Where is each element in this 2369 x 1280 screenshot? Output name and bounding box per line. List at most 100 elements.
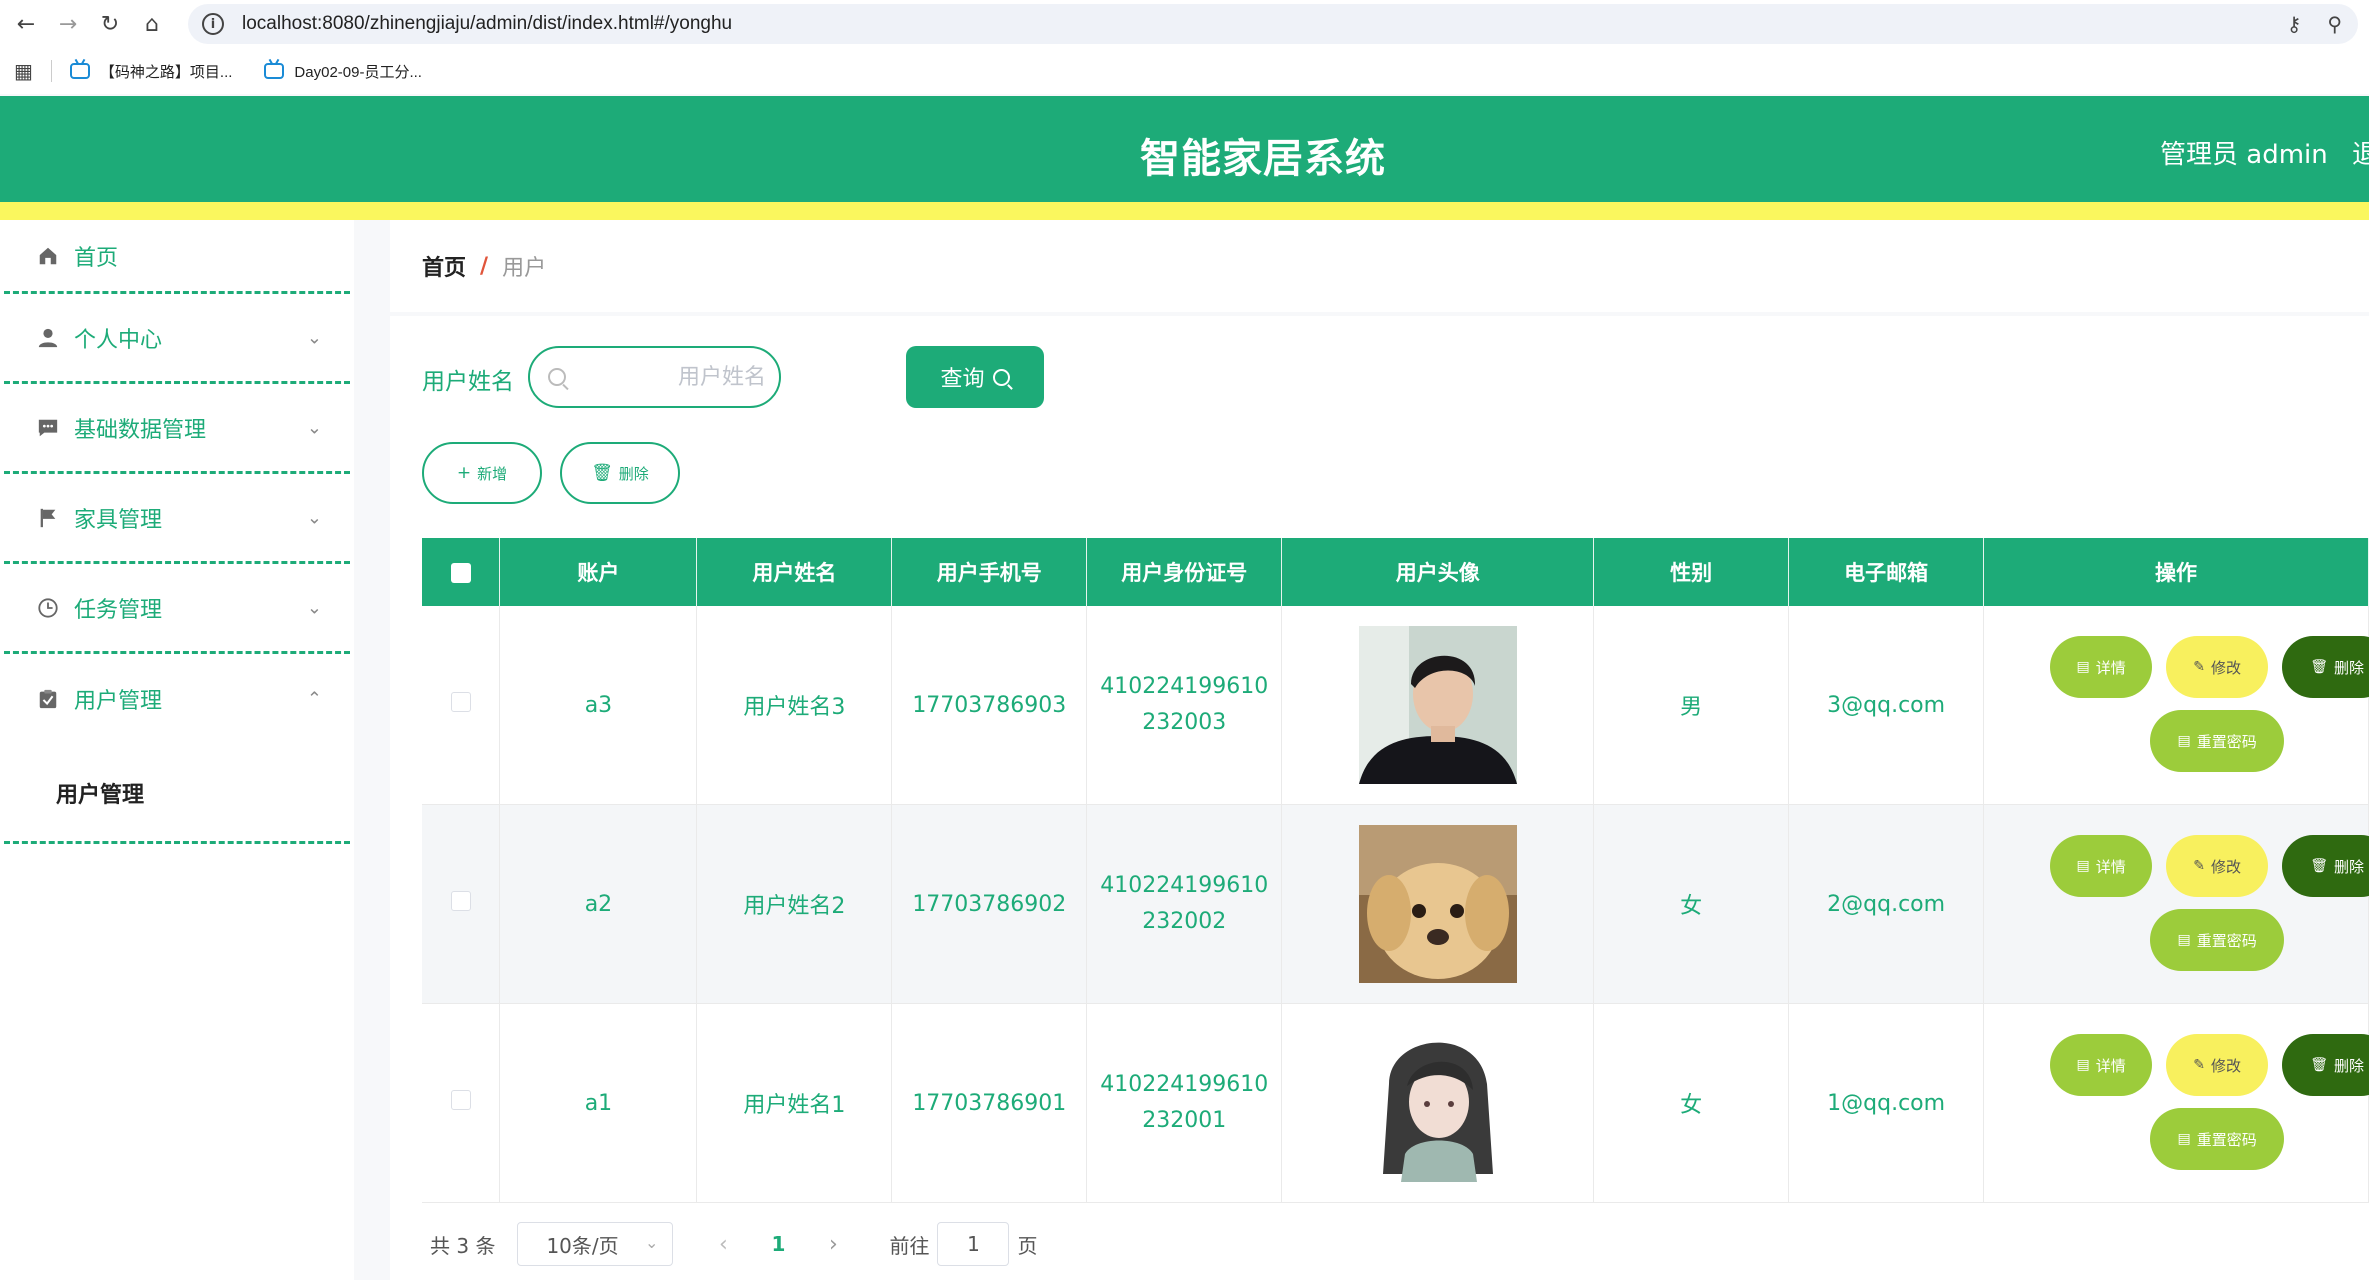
page-number-current[interactable]: 1 [763, 1232, 793, 1256]
account-cell: a1 [499, 1003, 698, 1203]
name-cell: 用户姓名3 [696, 606, 893, 805]
detail-label: 详情 [2095, 1056, 2126, 1075]
avatar-image[interactable] [1358, 825, 1517, 983]
reload-icon[interactable]: ↻ [94, 8, 126, 40]
breadcrumb-home[interactable]: 首页 [422, 250, 466, 282]
plus-icon: + [456, 463, 472, 483]
sidebar-item-label: 任务管理 [74, 597, 163, 623]
zoom-icon[interactable]: ⚲ [2327, 12, 2342, 36]
row-select-cell[interactable] [422, 804, 501, 1004]
sidebar-item-tasks[interactable]: 任务管理 ⌄ [4, 564, 350, 654]
key-icon[interactable]: ⚷ [2287, 12, 2302, 36]
sidebar-subitem-user-management[interactable]: 用户管理 [4, 744, 350, 844]
goto-label: 前往 [889, 1233, 930, 1258]
document-icon: ▤ [2076, 659, 2090, 675]
goto-page-input[interactable] [937, 1222, 1010, 1266]
bookmark-item[interactable]: Day02-09-员工分... [264, 61, 422, 82]
forward-icon[interactable]: → [52, 8, 84, 40]
delete-button[interactable]: 🗑 删除 [2282, 835, 2369, 897]
detail-button[interactable]: ▤ 详情 [2050, 835, 2153, 897]
avatar-image[interactable] [1358, 1024, 1517, 1182]
add-button[interactable]: + 新增 [422, 442, 542, 504]
edit-button[interactable]: ✎ 修改 [2166, 1034, 2269, 1096]
table-row: a3 用户姓名3 17703786903 410224199610 232003 [422, 606, 2369, 805]
row-select-cell[interactable] [422, 606, 501, 805]
name-cell: 用户姓名2 [696, 804, 893, 1004]
home-icon[interactable]: ⌂ [136, 8, 168, 40]
edit-label: 修改 [2210, 658, 2241, 677]
document-icon: ▤ [2177, 733, 2191, 749]
page-size-select[interactable]: 10条/页 ⌄ [517, 1222, 674, 1266]
sidebar-item-furniture[interactable]: 家具管理 ⌄ [4, 474, 350, 564]
page-size-value: 10条/页 [546, 1233, 619, 1258]
delete-button[interactable]: 🗑 删除 [2282, 636, 2369, 698]
logout-link[interactable]: 退 [2352, 134, 2369, 171]
search-input[interactable] [586, 364, 766, 390]
reset-password-button[interactable]: ▤ 重置密码 [2150, 1108, 2285, 1170]
idcard-line: 232003 [1142, 710, 1227, 735]
next-page-button[interactable]: › [813, 1232, 853, 1257]
address-bar[interactable]: i localhost:8080/zhinengjiaju/admin/dist… [188, 4, 2358, 44]
page-suffix-label: 页 [1017, 1233, 1038, 1258]
row-checkbox[interactable] [450, 891, 471, 911]
checklist-icon [36, 687, 60, 711]
bookmark-label: 【码神之路】项目... [99, 63, 233, 81]
edit-button[interactable]: ✎ 修改 [2166, 636, 2269, 698]
phone-cell: 17703786902 [891, 804, 1088, 1004]
column-header: 用户姓名 [696, 538, 893, 606]
chevron-down-icon: ⌄ [306, 327, 322, 348]
detail-button[interactable]: ▤ 详情 [2050, 1034, 2153, 1096]
idcard-cell: 410224199610 232001 [1086, 1003, 1283, 1203]
table-row: a1 用户姓名1 17703786901 410224199610 232001 [422, 1003, 2369, 1203]
idcard-line: 410224199610 [1100, 674, 1269, 699]
query-button[interactable]: 查询 [906, 346, 1044, 408]
browser-toolbar: ← → ↻ ⌂ i localhost:8080/zhinengjiaju/ad… [0, 0, 2369, 48]
gender-cell: 女 [1593, 804, 1790, 1004]
detail-label: 详情 [2095, 857, 2126, 876]
chevron-down-icon: ⌄ [306, 507, 322, 528]
search-icon [992, 368, 1010, 386]
prev-page-button[interactable]: ‹ [703, 1232, 743, 1257]
batch-delete-button[interactable]: 🗑 删除 [560, 442, 680, 504]
reset-label: 重置密码 [2196, 931, 2257, 950]
reset-password-button[interactable]: ▤ 重置密码 [2150, 909, 2285, 971]
sidebar-item-personal-center[interactable]: 个人中心 ⌄ [4, 294, 350, 384]
apps-grid-icon[interactable]: ▦ [14, 59, 33, 83]
account-cell: a3 [499, 606, 698, 805]
user-table: 账户 用户姓名 用户手机号 用户身份证号 用户头像 性别 电子邮箱 操作 a3 … [422, 538, 2369, 1203]
delete-button[interactable]: 🗑 删除 [2282, 1034, 2369, 1096]
pencil-icon: ✎ [2193, 858, 2205, 874]
sidebar-subitem-label: 用户管理 [56, 782, 145, 808]
edit-button[interactable]: ✎ 修改 [2166, 835, 2269, 897]
url-text[interactable]: localhost:8080/zhinengjiaju/admin/dist/i… [242, 13, 732, 35]
detail-button[interactable]: ▤ 详情 [2050, 636, 2153, 698]
select-all-checkbox[interactable] [450, 563, 471, 583]
avatar-image[interactable] [1358, 626, 1517, 784]
back-icon[interactable]: ← [10, 8, 42, 40]
delete-label: 删除 [2333, 1056, 2364, 1075]
sidebar-item-home[interactable]: 首页 [4, 220, 350, 294]
row-checkbox[interactable] [450, 692, 471, 712]
bookmark-item[interactable]: 【码神之路】项目... [69, 61, 233, 82]
email-cell: 3@qq.com [1788, 606, 1985, 805]
phone-cell: 17703786901 [891, 1003, 1088, 1203]
avatar-cell [1281, 606, 1595, 805]
chevron-down-icon: ⌄ [306, 597, 322, 618]
reset-password-button[interactable]: ▤ 重置密码 [2150, 710, 2285, 772]
document-icon: ▤ [2177, 932, 2191, 948]
idcard-line: 232002 [1142, 909, 1227, 934]
email-cell: 2@qq.com [1788, 804, 1985, 1004]
reset-label: 重置密码 [2196, 732, 2257, 751]
house-icon [36, 244, 60, 268]
search-input-wrapper[interactable] [528, 346, 781, 408]
sidebar: 首页 个人中心 ⌄ 基础数据管理 ⌄ 家具管理 ⌄ 任务管理 ⌄ 用户管理 ⌃ [0, 220, 354, 1280]
sidebar-item-users[interactable]: 用户管理 ⌃ [4, 654, 350, 744]
sidebar-item-label: 基础数据管理 [74, 417, 207, 443]
select-all-cell[interactable] [422, 538, 501, 606]
bilibili-icon [69, 63, 90, 79]
site-info-icon[interactable]: i [202, 13, 224, 35]
idcard-cell: 410224199610 232002 [1086, 804, 1283, 1004]
row-select-cell[interactable] [422, 1003, 501, 1203]
sidebar-item-basic-data[interactable]: 基础数据管理 ⌄ [4, 384, 350, 474]
row-checkbox[interactable] [450, 1090, 471, 1110]
